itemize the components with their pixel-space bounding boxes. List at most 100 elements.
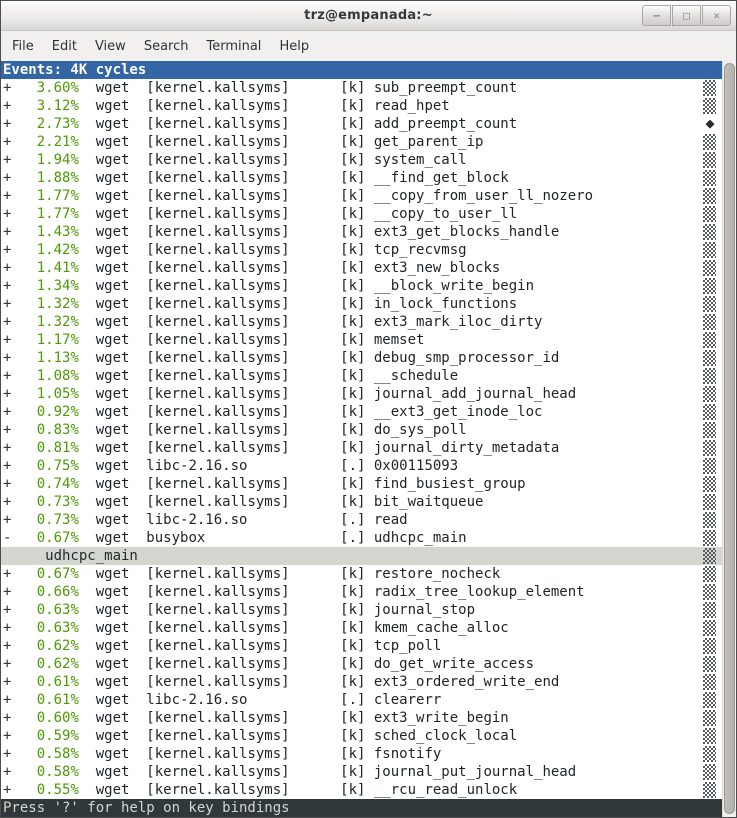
titlebar[interactable]: trz@empanada:~ – □ ✕ — [1, 1, 736, 31]
perf-table-row[interactable]: + 1.13% wget [kernel.kallsyms] [k] debug… — [1, 349, 722, 367]
scrollbar-shade-icon — [703, 656, 716, 672]
row-detail: wget [kernel.kallsyms] [k] bit_waitqueue — [79, 494, 484, 510]
perf-table-row[interactable]: + 0.92% wget [kernel.kallsyms] [k] __ext… — [1, 403, 722, 421]
overhead-percent: 1.42% — [11, 242, 78, 258]
perf-table-row[interactable]: + 1.08% wget [kernel.kallsyms] [k] __sch… — [1, 367, 722, 385]
perf-table-row[interactable]: + 0.62% wget [kernel.kallsyms] [k] do_ge… — [1, 655, 722, 673]
row-detail: wget [kernel.kallsyms] [k] __copy_from_u… — [79, 188, 593, 204]
row-detail: wget [kernel.kallsyms] [k] tcp_recvmsg — [79, 242, 467, 258]
perf-table-row[interactable]: + 0.62% wget [kernel.kallsyms] [k] tcp_p… — [1, 637, 722, 655]
scrollbar-shade-icon — [703, 440, 716, 456]
perf-table-row[interactable]: + 0.81% wget [kernel.kallsyms] [k] journ… — [1, 439, 722, 457]
perf-table-row[interactable]: + 0.55% wget [kernel.kallsyms] [k] __rcu… — [1, 781, 722, 799]
row-detail: wget [kernel.kallsyms] [k] system_call — [79, 152, 467, 168]
perf-table-row[interactable]: + 0.60% wget [kernel.kallsyms] [k] ext3_… — [1, 709, 722, 727]
scrollbar-shade-icon — [703, 242, 716, 258]
scrollbar-shade-icon — [703, 170, 716, 186]
perf-table-row[interactable]: + 0.61% wget libc-2.16.so [.] clearerr — [1, 691, 722, 709]
terminal-window: trz@empanada:~ – □ ✕ File Edit View Sear… — [0, 0, 737, 818]
row-detail: wget [kernel.kallsyms] [k] __copy_to_use… — [79, 206, 517, 222]
scrollbar-shade-icon — [703, 278, 716, 294]
scrollbar[interactable] — [722, 61, 736, 817]
overhead-percent: 1.88% — [11, 170, 78, 186]
perf-table-row[interactable]: + 0.58% wget [kernel.kallsyms] [k] fsnot… — [1, 745, 722, 763]
overhead-percent: 0.73% — [11, 494, 78, 510]
scroll-position-diamond-icon: ◆ — [702, 115, 718, 133]
overhead-percent: 0.62% — [11, 656, 78, 672]
perf-table-row[interactable]: + 1.17% wget [kernel.kallsyms] [k] memse… — [1, 331, 722, 349]
perf-table-row[interactable]: + 1.88% wget [kernel.kallsyms] [k] __fin… — [1, 169, 722, 187]
perf-table-row[interactable]: + 1.34% wget [kernel.kallsyms] [k] __blo… — [1, 277, 722, 295]
perf-table-row[interactable]: + 1.77% wget [kernel.kallsyms] [k] __cop… — [1, 205, 722, 223]
perf-table-row[interactable]: + 0.83% wget [kernel.kallsyms] [k] do_sy… — [1, 421, 722, 439]
menu-help[interactable]: Help — [270, 34, 318, 59]
perf-table-row[interactable]: + 3.60% wget [kernel.kallsyms] [k] sub_p… — [1, 79, 722, 97]
row-detail: wget [kernel.kallsyms] [k] in_lock_funct… — [79, 296, 517, 312]
row-detail: wget [kernel.kallsyms] [k] ext3_new_bloc… — [79, 260, 500, 276]
perf-top-output: Events: 4K cycles + 3.60% wget [kernel.k… — [1, 61, 722, 817]
row-detail: wget [kernel.kallsyms] [k] __block_write… — [79, 278, 534, 294]
row-detail: wget [kernel.kallsyms] [k] fsnotify — [79, 746, 441, 762]
perf-table-row[interactable]: + 0.63% wget [kernel.kallsyms] [k] kmem_… — [1, 619, 722, 637]
maximize-button[interactable]: □ — [672, 5, 701, 26]
overhead-percent: 0.83% — [11, 422, 78, 438]
overhead-percent: 0.61% — [11, 674, 78, 690]
perf-table-row[interactable]: + 1.43% wget [kernel.kallsyms] [k] ext3_… — [1, 223, 722, 241]
perf-table-row[interactable]: + 2.73% wget [kernel.kallsyms] [k] add_p… — [1, 115, 722, 133]
perf-table-row[interactable]: + 3.12% wget [kernel.kallsyms] [k] read_… — [1, 97, 722, 115]
scrollbar-thumb[interactable] — [724, 63, 735, 814]
scrollbar-shade-icon — [703, 314, 716, 330]
menu-view[interactable]: View — [86, 34, 135, 59]
perf-table-row[interactable]: + 0.59% wget [kernel.kallsyms] [k] sched… — [1, 727, 722, 745]
perf-table-row[interactable]: + 1.94% wget [kernel.kallsyms] [k] syste… — [1, 151, 722, 169]
menu-terminal[interactable]: Terminal — [197, 34, 270, 59]
perf-table-row[interactable]: + 0.73% wget libc-2.16.so [.] read — [1, 511, 722, 529]
overhead-percent: 0.74% — [11, 476, 78, 492]
close-button[interactable]: ✕ — [702, 5, 731, 26]
perf-table-row[interactable]: + 0.75% wget libc-2.16.so [.] 0x00115093 — [1, 457, 722, 475]
row-detail: wget [kernel.kallsyms] [k] journal_dirty… — [79, 440, 559, 456]
scrollbar-shade-icon — [703, 476, 716, 492]
scrollbar-shade-icon — [703, 620, 716, 636]
overhead-percent: 0.81% — [11, 440, 78, 456]
perf-table-row[interactable]: - 0.67% wget busybox [.] udhcpc_main — [1, 529, 722, 547]
perf-table-row[interactable]: + 0.63% wget [kernel.kallsyms] [k] journ… — [1, 601, 722, 619]
close-icon: ✕ — [713, 9, 720, 22]
perf-table-row[interactable]: + 0.58% wget [kernel.kallsyms] [k] journ… — [1, 763, 722, 781]
perf-table-row[interactable]: + 0.66% wget [kernel.kallsyms] [k] radix… — [1, 583, 722, 601]
perf-table-row[interactable]: + 1.41% wget [kernel.kallsyms] [k] ext3_… — [1, 259, 722, 277]
callchain-symbol: udhcpc_main — [3, 548, 138, 564]
row-detail: wget [kernel.kallsyms] [k] tcp_poll — [79, 638, 441, 654]
scrollbar-shade-icon — [703, 458, 716, 474]
scrollbar-shade-icon — [703, 350, 716, 366]
scrollbar-shade-icon — [703, 728, 716, 744]
maximize-icon: □ — [683, 9, 690, 22]
perf-table-row[interactable]: + 2.21% wget [kernel.kallsyms] [k] get_p… — [1, 133, 722, 151]
perf-table-row[interactable]: + 0.74% wget [kernel.kallsyms] [k] find_… — [1, 475, 722, 493]
row-detail: wget [kernel.kallsyms] [k] add_preempt_c… — [79, 116, 517, 132]
scrollbar-shade-icon — [703, 404, 716, 420]
menu-file[interactable]: File — [3, 34, 43, 59]
perf-table-row[interactable]: + 1.32% wget [kernel.kallsyms] [k] ext3_… — [1, 313, 722, 331]
row-detail: wget [kernel.kallsyms] [k] find_busiest_… — [79, 476, 526, 492]
perf-table-row[interactable]: + 1.05% wget [kernel.kallsyms] [k] journ… — [1, 385, 722, 403]
perf-table-row[interactable]: + 0.73% wget [kernel.kallsyms] [k] bit_w… — [1, 493, 722, 511]
menu-search[interactable]: Search — [135, 34, 198, 59]
perf-table-row[interactable]: + 1.42% wget [kernel.kallsyms] [k] tcp_r… — [1, 241, 722, 259]
perf-table-row[interactable]: + 1.77% wget [kernel.kallsyms] [k] __cop… — [1, 187, 722, 205]
callchain-row-selected[interactable]: udhcpc_main — [1, 547, 722, 565]
scrollbar-shade-icon — [703, 494, 716, 510]
overhead-percent: 0.73% — [11, 512, 78, 528]
row-detail: wget libc-2.16.so [.] 0x00115093 — [79, 458, 458, 474]
menu-edit[interactable]: Edit — [43, 34, 86, 59]
perf-table-row[interactable]: + 0.61% wget [kernel.kallsyms] [k] ext3_… — [1, 673, 722, 691]
menubar: File Edit View Search Terminal Help — [1, 31, 736, 61]
perf-table-row[interactable]: + 1.32% wget [kernel.kallsyms] [k] in_lo… — [1, 295, 722, 313]
minimize-button[interactable]: – — [642, 5, 671, 26]
overhead-percent: 1.17% — [11, 332, 78, 348]
overhead-percent: 1.34% — [11, 278, 78, 294]
overhead-percent: 0.59% — [11, 728, 78, 744]
perf-table-row[interactable]: + 0.67% wget [kernel.kallsyms] [k] resto… — [1, 565, 722, 583]
overhead-percent: 2.21% — [11, 134, 78, 150]
overhead-percent: 1.32% — [11, 314, 78, 330]
